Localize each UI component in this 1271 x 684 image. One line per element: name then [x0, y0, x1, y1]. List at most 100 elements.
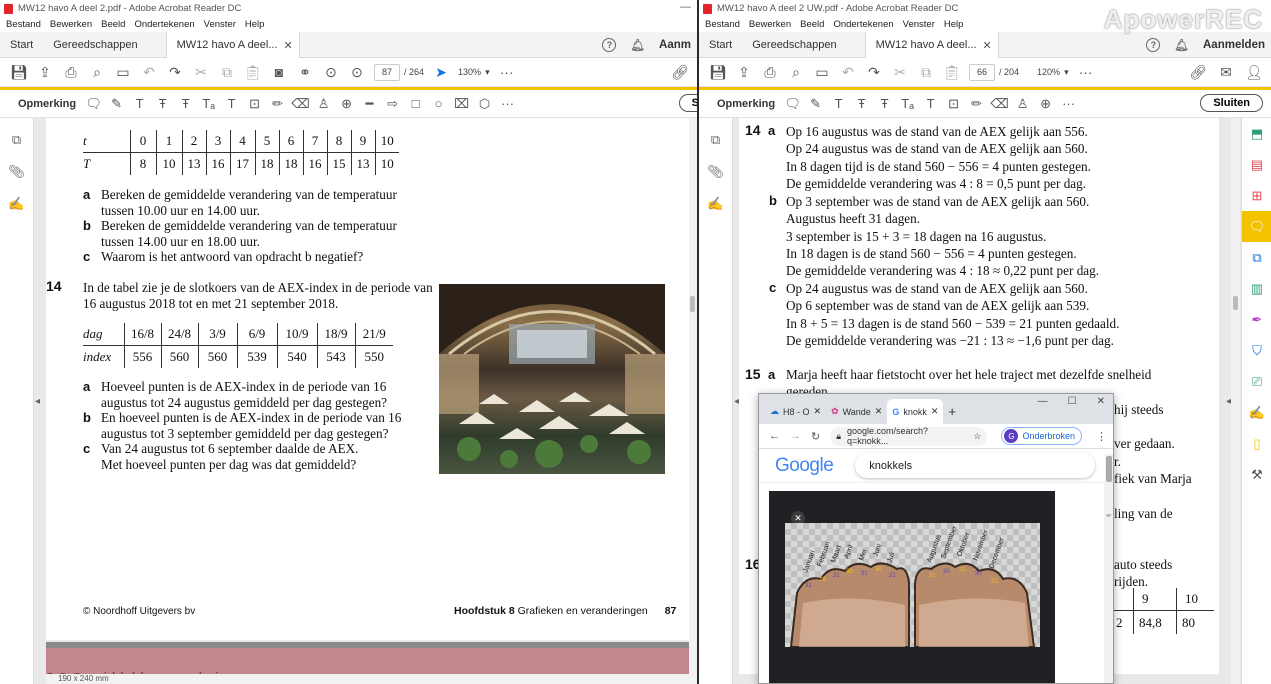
star-icon[interactable]: ☆ — [973, 431, 981, 442]
pencil-icon[interactable]: ✏ — [965, 93, 988, 115]
text-insert-icon[interactable]: Tₐ — [197, 93, 220, 115]
menu-view[interactable]: Beeld — [101, 19, 125, 30]
collapse-left-icon[interactable]: ◂ — [35, 396, 40, 407]
link-icon[interactable]: 🔗︎ — [667, 61, 693, 83]
page-number-input[interactable]: 66 — [969, 63, 995, 81]
reduce-size-icon[interactable]: ▭ — [809, 61, 835, 83]
pages-icon[interactable]: ⧉ — [8, 132, 26, 150]
pages-icon[interactable]: ⧉ — [707, 132, 725, 150]
zoom-dropdown[interactable]: 130% ▾ — [458, 67, 490, 78]
arrow-icon[interactable]: ⇨ — [381, 93, 404, 115]
scrollbar-thumb[interactable] — [690, 296, 695, 312]
collapse-right-icon[interactable]: ◂ — [1226, 396, 1231, 407]
close-icon[interactable]: ✕ — [983, 39, 992, 52]
menu-window[interactable]: Venster — [903, 19, 935, 30]
tab-start[interactable]: Start — [699, 32, 742, 57]
polygon-icon[interactable]: ⬡ — [473, 93, 496, 115]
cut-icon[interactable]: ✂ — [188, 61, 214, 83]
eraser-icon[interactable]: ⌫ — [289, 93, 312, 115]
screenshot-icon[interactable]: ◙ — [266, 61, 292, 83]
reload-icon[interactable]: ↻ — [811, 430, 820, 443]
bell-icon[interactable]: 🔔︎ — [1174, 38, 1189, 52]
sticky-note-icon[interactable]: 🗨︎ — [82, 93, 105, 115]
line-icon[interactable]: ━ — [358, 93, 381, 115]
rectangle-icon[interactable]: □ — [404, 93, 427, 115]
undo-icon[interactable]: ↶ — [136, 61, 162, 83]
close-comment-button[interactable]: Sluiten — [1200, 94, 1263, 112]
menu-window[interactable]: Venster — [204, 19, 236, 30]
print-icon[interactable]: ⎙ — [757, 61, 783, 83]
save-icon[interactable]: 💾︎ — [705, 61, 731, 83]
help-icon[interactable]: ? — [1146, 38, 1161, 52]
back-icon[interactable]: ← — [769, 430, 780, 442]
profile-button[interactable]: G Onderbroken — [1001, 427, 1082, 445]
text-underline-icon[interactable]: T — [827, 93, 850, 115]
scrollbar-thumb[interactable] — [1233, 296, 1238, 310]
highlight-icon[interactable]: ✎ — [105, 93, 128, 115]
scrollbar[interactable] — [689, 118, 697, 674]
combine-files-icon[interactable]: ⧉ — [1242, 242, 1271, 273]
close-icon[interactable]: ✕ — [1097, 396, 1105, 407]
menu-sign[interactable]: Ondertekenen — [833, 19, 893, 30]
binoculars-icon[interactable]: ⚭ — [292, 61, 318, 83]
share-user-icon[interactable]: 👤︎ — [1241, 61, 1267, 83]
send-signature-icon[interactable]: ✍ — [1242, 397, 1271, 428]
edit-pdf-icon[interactable]: ⊞ — [1242, 180, 1271, 211]
menu-icon[interactable]: ⋮ — [1096, 430, 1107, 443]
close-icon[interactable]: ✕ — [875, 406, 883, 417]
menu-edit[interactable]: Bewerken — [50, 19, 92, 30]
search-icon[interactable]: ⌕ — [783, 61, 809, 83]
more-icon[interactable]: ··· — [496, 93, 519, 115]
menu-file[interactable]: Bestand — [6, 19, 41, 30]
copy-icon[interactable]: ⧉ — [214, 61, 240, 83]
menu-view[interactable]: Beeld — [800, 19, 824, 30]
signin-button[interactable]: Aanm — [659, 39, 691, 51]
redo-icon[interactable]: ↷ — [162, 61, 188, 83]
select-cursor-icon[interactable]: ➤ — [428, 61, 454, 83]
forward-icon[interactable]: → — [790, 430, 801, 442]
tab-document[interactable]: MW12 havo A deel... ✕ — [165, 32, 300, 58]
text-box-icon[interactable]: ⊡ — [942, 93, 965, 115]
attachments-icon[interactable]: 📎︎ — [707, 164, 725, 182]
outer-scrollbar[interactable] — [1105, 454, 1113, 514]
menu-help[interactable]: Help — [245, 19, 265, 30]
browser-tab-active[interactable]: G knokk ✕ — [887, 399, 944, 424]
paste-icon[interactable]: 📋︎ — [240, 61, 266, 83]
scrollbar-thumb[interactable] — [1106, 456, 1112, 482]
link-icon[interactable]: 🔗︎ — [1185, 61, 1211, 83]
oval-icon[interactable]: ○ — [427, 93, 450, 115]
eraser-icon[interactable]: ⌫ — [988, 93, 1011, 115]
menu-edit[interactable]: Bewerken — [749, 19, 791, 30]
copy-icon[interactable]: ⧉ — [913, 61, 939, 83]
page-number-input[interactable]: 87 — [374, 63, 400, 81]
more-icon[interactable]: ··· — [1057, 93, 1080, 115]
close-icon[interactable]: ✕ — [931, 406, 939, 417]
tab-tools[interactable]: Gereedschappen — [43, 32, 147, 57]
close-icon[interactable]: ✕ — [284, 39, 293, 52]
more-icon[interactable]: ··· — [494, 61, 520, 83]
text-box-icon[interactable]: ⊡ — [243, 93, 266, 115]
tab-start[interactable]: Start — [0, 32, 43, 57]
signatures-icon[interactable]: ✍ — [707, 196, 725, 214]
search-icon[interactable]: ⌕ — [84, 61, 110, 83]
text-strike-icon[interactable]: Ŧ — [151, 93, 174, 115]
page-up-icon[interactable]: ⊙ — [318, 61, 344, 83]
reduce-size-icon[interactable]: ▭ — [110, 61, 136, 83]
more-tools-icon[interactable]: ⚒ — [1242, 459, 1271, 490]
menu-help[interactable]: Help — [944, 19, 964, 30]
text-replace-icon[interactable]: Ŧ — [873, 93, 896, 115]
minimize-icon[interactable]: — — [680, 1, 691, 13]
organize-pages-icon[interactable]: ▥ — [1242, 273, 1271, 304]
mail-icon[interactable]: ✉ — [1213, 61, 1239, 83]
add-text-icon[interactable]: T — [220, 93, 243, 115]
signin-button[interactable]: Aanmelden — [1203, 39, 1265, 51]
fill-sign-icon[interactable]: ✒ — [1242, 304, 1271, 335]
attach-icon[interactable]: ⊕ — [1034, 93, 1057, 115]
protect-icon[interactable]: ⛉ — [1242, 335, 1271, 366]
save-icon[interactable]: 💾︎ — [6, 61, 32, 83]
text-replace-icon[interactable]: Ŧ — [174, 93, 197, 115]
more-icon[interactable]: ··· — [1073, 61, 1099, 83]
paste-icon[interactable]: 📋︎ — [939, 61, 965, 83]
document-icon[interactable]: ▯ — [1242, 428, 1271, 459]
add-text-icon[interactable]: T — [919, 93, 942, 115]
